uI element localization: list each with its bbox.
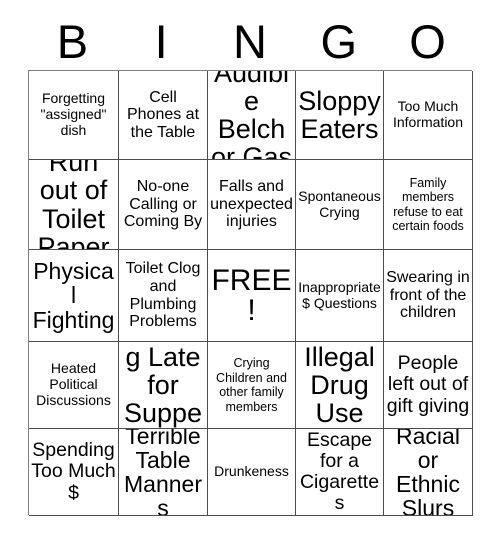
bingo-square-label: Crying Children and other family members (216, 356, 287, 414)
bingo-square[interactable]: Spontaneous Crying (296, 160, 384, 250)
bingo-square[interactable]: Audible Belch or Gas (208, 71, 296, 160)
bingo-square-label: People left out of gift giving (386, 352, 470, 417)
bingo-square-label: Escape for a Cigarettes (299, 429, 380, 515)
bingo-square[interactable]: Terrible Table Manners (119, 429, 208, 516)
bingo-square-label: Run out of Toilet Paper (37, 160, 110, 250)
bingo-square-label: Inappropriate $ Questions (298, 278, 381, 311)
bingo-square-label: Family members refuse to eat certain foo… (392, 175, 464, 234)
bingo-square[interactable]: Crying Children and other family members (208, 342, 296, 429)
bingo-square[interactable]: People left out of gift giving (384, 342, 473, 429)
bingo-square-label: Forgetting "assigned" dish (40, 90, 107, 138)
bingo-grid: Forgetting "assigned" dish Cell Phones at… (28, 70, 473, 516)
bingo-square-label: Drunkeness (214, 463, 289, 480)
bingo-header-letter-g: G (320, 14, 358, 68)
bingo-square-label: Physical Fighting (32, 258, 115, 333)
bingo-square[interactable]: Falls and unexpected injuries (208, 160, 296, 250)
bingo-square-label: Falls and unexpected injuries (210, 178, 293, 231)
bingo-square-label: Terrible Table Manners (124, 429, 202, 516)
bingo-square[interactable]: Cell Phones at the Table (119, 71, 208, 160)
bingo-header-letter-n: N (233, 14, 267, 68)
bingo-square-label: Cell Phones at the Table (126, 88, 200, 141)
bingo-square[interactable]: Run out of Toilet Paper (29, 160, 119, 250)
bingo-square-label: Audible Belch or Gas (210, 71, 293, 160)
bingo-square-label: Racial or Ethnic Slurs (396, 429, 460, 516)
bingo-square-label: Swearing in front of the children (386, 269, 470, 322)
bingo-header-letter-i: I (154, 14, 168, 68)
bingo-header-letter-b: B (56, 14, 89, 68)
bingo-square[interactable]: Illegal Drug Use (296, 342, 384, 429)
bingo-square-label: Too Much Information (392, 98, 464, 130)
bingo-square[interactable]: No-one Calling or Coming By (119, 160, 208, 250)
bingo-square[interactable]: Swearing in front of the children (384, 250, 473, 342)
bingo-square-label: Toilet Clog and Plumbing Problems (125, 260, 201, 331)
bingo-square[interactable]: Inappropriate $ Questions (296, 250, 384, 342)
bingo-square-label: Spending Too Much $ (31, 439, 116, 504)
bingo-square[interactable]: Forgetting "assigned" dish (29, 71, 119, 160)
bingo-square-label: No-one Calling or Coming By (123, 178, 203, 231)
bingo-square-label: Illegal Drug Use (304, 342, 375, 429)
bingo-square-label: Arriving Late for Supper (123, 342, 203, 429)
bingo-square[interactable]: Arriving Late for Supper (119, 342, 208, 429)
bingo-square[interactable]: Toilet Clog and Plumbing Problems (119, 250, 208, 342)
bingo-square[interactable]: Drunkeness (208, 429, 296, 516)
bingo-square-label: Heated Political Discussions (36, 360, 111, 408)
bingo-header: B I N G O (28, 14, 472, 68)
bingo-square[interactable]: Physical Fighting (29, 250, 119, 342)
bingo-square[interactable]: Family members refuse to eat certain foo… (384, 160, 473, 250)
bingo-square-label: Spontaneous Crying (298, 187, 381, 220)
bingo-square-free[interactable]: FREE! (208, 250, 296, 342)
bingo-square-label: Sloppy Eaters (298, 85, 381, 144)
bingo-header-letter-o: O (409, 14, 446, 68)
bingo-square[interactable]: Racial or Ethnic Slurs (384, 429, 473, 516)
bingo-square[interactable]: Spending Too Much $ (29, 429, 119, 516)
bingo-square[interactable]: Too Much Information (384, 71, 473, 160)
bingo-card: B I N G O Forgetting "assigned" dish Cell… (0, 0, 500, 544)
bingo-square[interactable]: Sloppy Eaters (296, 71, 384, 160)
bingo-square[interactable]: Escape for a Cigarettes (296, 429, 384, 516)
bingo-square[interactable]: Heated Political Discussions (29, 342, 119, 429)
bingo-square-label: FREE! (211, 263, 292, 327)
